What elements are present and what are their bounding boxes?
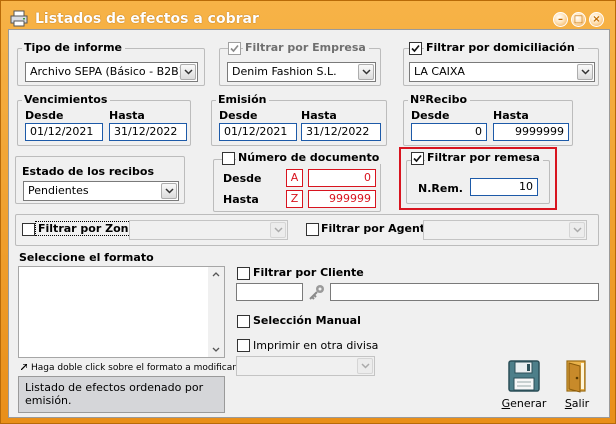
formato-scrollbar[interactable] xyxy=(208,267,224,357)
documento-desde-serie[interactable]: A xyxy=(286,169,303,187)
nrecibo-hasta-field[interactable]: 9999999 xyxy=(493,123,569,141)
zona-select[interactable] xyxy=(129,220,288,240)
scroll-down-icon[interactable] xyxy=(212,347,220,352)
formato-description: Listado de efectos ordenado por emisión. xyxy=(18,376,225,413)
minimize-button[interactable]: – xyxy=(553,12,568,27)
agente-select[interactable] xyxy=(423,220,587,240)
filtrar-remesa-label: Filtrar por remesa xyxy=(425,151,543,164)
filtrar-empresa-label: Filtrar por Empresa xyxy=(243,41,369,54)
filtrar-domiciliacion-label: Filtrar por domiciliación xyxy=(424,41,578,54)
salir-button[interactable]: Salir xyxy=(560,359,594,411)
documento-desde-field[interactable]: 0 xyxy=(308,169,376,187)
filtrar-zona-checkbox[interactable] xyxy=(22,223,35,236)
tipo-informe-value: Archivo SEPA (Básico - B2B) xyxy=(30,65,183,78)
vencimientos-hasta-label: Hasta xyxy=(109,109,145,122)
otra-divisa-checkbox[interactable] xyxy=(237,339,250,352)
nrem-field[interactable]: 10 xyxy=(470,178,538,196)
filtrar-domiciliacion-checkbox[interactable] xyxy=(409,42,422,55)
estado-recibos-select[interactable]: Pendientes xyxy=(23,181,179,201)
check-icon xyxy=(413,154,422,163)
tipo-informe-label: Tipo de informe xyxy=(22,41,125,54)
nrecibo-desde-label: Desde xyxy=(411,109,450,122)
key-icon[interactable] xyxy=(308,284,326,300)
vencimientos-desde-label: Desde xyxy=(25,109,64,122)
chevron-down-icon[interactable] xyxy=(161,183,177,199)
chevron-down-icon[interactable] xyxy=(357,358,373,374)
filtrar-empresa-checkbox[interactable] xyxy=(228,42,241,55)
vencimientos-label: Vencimientos xyxy=(22,93,111,106)
filtrar-zona-label[interactable]: Filtrar por Zona xyxy=(35,221,139,236)
nrem-label: N.Rem. xyxy=(418,182,463,195)
filtrar-cliente-checkbox[interactable] xyxy=(237,267,250,280)
nrecibo-label: NºRecibo xyxy=(408,93,471,106)
generar-button[interactable]: Generar xyxy=(501,359,547,411)
empresa-value: Denim Fashion S.L. xyxy=(232,65,337,78)
formato-list[interactable] xyxy=(18,266,225,358)
domiciliacion-value: LA CAIXA xyxy=(414,65,465,78)
check-icon xyxy=(230,44,239,53)
seleccion-manual-checkbox[interactable] xyxy=(237,315,250,328)
numero-documento-label: Número de documento xyxy=(236,151,383,164)
generar-label-first: G xyxy=(501,397,511,410)
close-button[interactable]: × xyxy=(589,12,604,27)
numero-documento-checkbox[interactable] xyxy=(222,152,235,165)
nrecibo-hasta-label: Hasta xyxy=(493,109,529,122)
floppy-disk-icon xyxy=(508,360,540,392)
emision-desde-field[interactable]: 01/12/2021 xyxy=(219,123,297,141)
check-icon xyxy=(411,44,420,53)
cliente-code-field[interactable] xyxy=(236,283,303,301)
documento-hasta-label: Hasta xyxy=(223,193,259,206)
nrecibo-desde-field[interactable]: 0 xyxy=(411,123,487,141)
filtrar-agente-label: Filtrar por Agente xyxy=(321,222,433,235)
chevron-down-icon[interactable] xyxy=(569,222,585,238)
emision-hasta-field[interactable]: 31/12/2022 xyxy=(301,123,381,141)
exit-door-icon xyxy=(566,360,586,393)
chevron-down-icon[interactable] xyxy=(577,64,593,80)
generar-label-rest: enerar xyxy=(510,397,547,410)
maximize-button[interactable]: □ xyxy=(571,12,586,27)
otra-divisa-label: Imprimir en otra divisa xyxy=(253,339,379,352)
formato-label: Seleccione el formato xyxy=(19,251,154,264)
filtrar-agente-checkbox[interactable] xyxy=(306,223,319,236)
window-title: Listados de efectos a cobrar xyxy=(35,11,259,27)
scroll-up-icon[interactable] xyxy=(212,272,220,277)
documento-desde-label: Desde xyxy=(223,172,262,185)
domiciliacion-select[interactable]: LA CAIXA xyxy=(409,62,595,82)
printer-icon xyxy=(10,10,28,27)
emision-hasta-label: Hasta xyxy=(301,109,337,122)
empresa-select[interactable]: Denim Fashion S.L. xyxy=(227,62,376,82)
documento-hasta-serie[interactable]: Z xyxy=(286,190,303,208)
divisa-select[interactable] xyxy=(236,356,375,376)
vencimientos-desde-field[interactable]: 01/12/2021 xyxy=(25,123,103,141)
emision-desde-label: Desde xyxy=(219,109,258,122)
cliente-name-field[interactable] xyxy=(330,283,599,301)
documento-hasta-field[interactable]: 999999 xyxy=(308,190,376,208)
salir-label-rest: alir xyxy=(571,397,590,410)
estado-recibos-value: Pendientes xyxy=(28,184,89,197)
chevron-down-icon[interactable] xyxy=(358,64,374,80)
pointer-icon xyxy=(21,364,27,370)
chevron-down-icon[interactable] xyxy=(270,222,286,238)
seleccion-manual-label: Selección Manual xyxy=(253,314,361,327)
emision-label: Emisión xyxy=(216,93,270,106)
tipo-informe-select[interactable]: Archivo SEPA (Básico - B2B) xyxy=(25,62,198,82)
chevron-down-icon[interactable] xyxy=(180,64,196,80)
window: Listados de efectos a cobrar – □ × Tipo … xyxy=(0,0,616,424)
formato-hint: Haga doble click sobre el formato a modi… xyxy=(31,363,236,373)
estado-recibos-label: Estado de los recibos xyxy=(22,165,155,178)
vencimientos-hasta-field[interactable]: 31/12/2022 xyxy=(109,123,187,141)
filtrar-cliente-label: Filtrar por Cliente xyxy=(253,266,364,279)
salir-label-first: S xyxy=(564,397,572,410)
filtrar-remesa-checkbox[interactable] xyxy=(411,152,424,165)
